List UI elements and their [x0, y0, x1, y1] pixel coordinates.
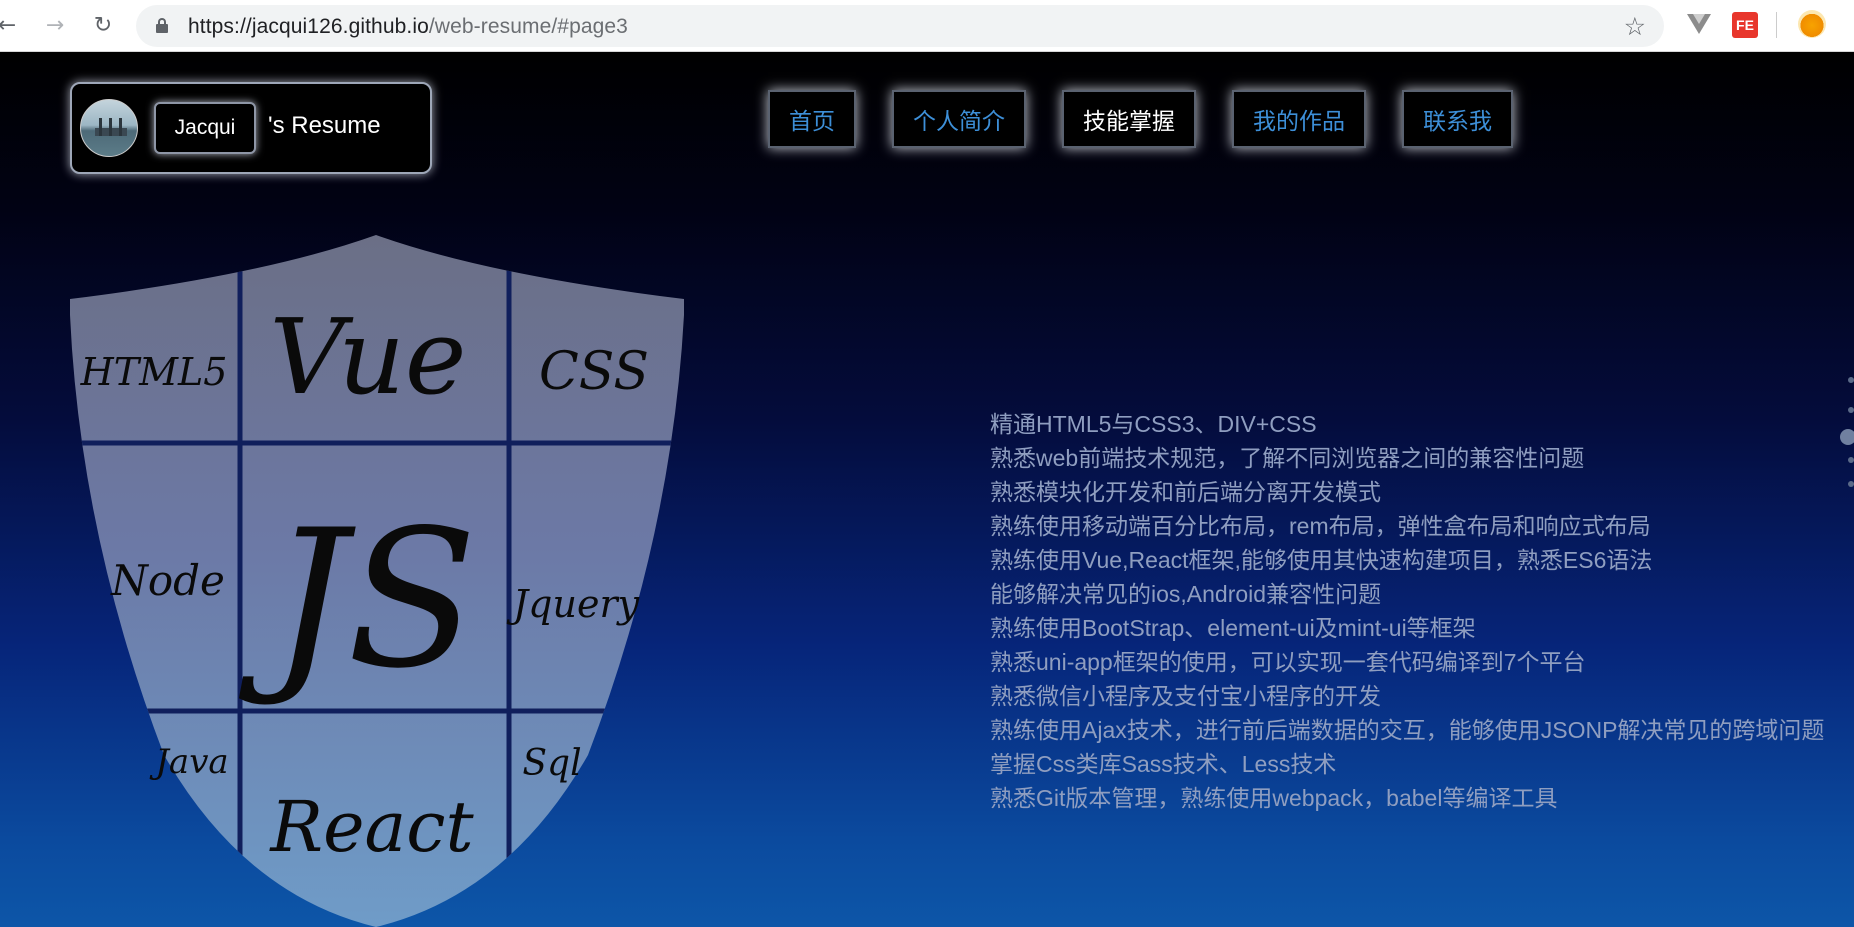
page-dot[interactable]: [1848, 377, 1854, 383]
url-text[interactable]: https://jacqui126.github.io/web-resume/#…: [188, 15, 628, 39]
lock-icon: [156, 18, 168, 33]
reload-icon[interactable]: ↻: [88, 10, 118, 40]
vue-devtools-icon[interactable]: [1686, 12, 1712, 36]
skills-list: 精通HTML5与CSS3、DIV+CSS 熟悉web前端技术规范，了解不同浏览器…: [990, 407, 1840, 815]
nav-profile[interactable]: 个人简介: [892, 90, 1026, 148]
url-host: https://jacqui126.github.io: [188, 15, 429, 38]
nav-home[interactable]: 首页: [768, 90, 856, 148]
skill-item: 能够解决常见的ios,Android兼容性问题: [990, 581, 1382, 607]
avatar: [80, 99, 138, 157]
shield-label-jquery: Jquery: [506, 582, 640, 626]
skill-item: 熟练使用BootStrap、element-ui及mint-ui等框架: [990, 615, 1476, 641]
skill-item: 熟悉模块化开发和前后端分离开发模式: [990, 479, 1381, 505]
forward-arrow-icon[interactable]: →: [40, 10, 70, 40]
brand-name[interactable]: Jacqui: [154, 102, 256, 154]
skill-item: 精通HTML5与CSS3、DIV+CSS: [990, 411, 1317, 437]
skill-item: 熟练使用Ajax技术，进行前后端数据的交互，能够使用JSONP解决常见的跨域问题: [990, 717, 1825, 743]
shield-label-vue: Vue: [270, 296, 467, 418]
resume-page: Jacqui 's Resume 首页 个人简介 技能掌握 我的作品 联系我 H…: [0, 52, 1854, 927]
skills-shield: HTML5 Vue CSS Node JS Jquery Java React …: [70, 235, 684, 927]
toolbar-divider: [1776, 12, 1777, 38]
url-path: /web-resume/#page3: [428, 15, 628, 38]
skill-item: 熟悉Git版本管理，熟练使用webpack，babel等编译工具: [990, 785, 1558, 811]
shield-label-react: React: [268, 786, 474, 868]
skill-item: 熟悉web前端技术规范，了解不同浏览器之间的兼容性问题: [990, 445, 1585, 471]
page-dot[interactable]: [1848, 457, 1854, 463]
main-nav: 首页 个人简介 技能掌握 我的作品 联系我: [768, 90, 1513, 150]
nav-skills[interactable]: 技能掌握: [1062, 90, 1196, 148]
page-dot-active[interactable]: [1840, 429, 1854, 445]
skill-item: 掌握Css类库Sass技术、Less技术: [990, 751, 1337, 777]
shield-label-node: Node: [110, 556, 225, 605]
skill-item: 熟悉微信小程序及支付宝小程序的开发: [990, 683, 1381, 709]
browser-toolbar: ← → ↻ https://jacqui126.github.io/web-re…: [0, 0, 1854, 52]
shield-label-sql: Sql: [522, 743, 581, 784]
brand-box[interactable]: Jacqui 's Resume: [70, 82, 432, 174]
address-bar[interactable]: https://jacqui126.github.io/web-resume/#…: [136, 5, 1664, 47]
back-arrow-icon[interactable]: ←: [0, 10, 22, 40]
page-dot[interactable]: [1848, 481, 1854, 487]
brand-suffix: 's Resume: [268, 112, 381, 139]
nav-works[interactable]: 我的作品: [1232, 90, 1366, 148]
shield-label-css: CSS: [539, 342, 649, 402]
page-dot[interactable]: [1848, 407, 1854, 413]
nav-contact[interactable]: 联系我: [1402, 90, 1513, 148]
fe-helper-icon[interactable]: FE: [1732, 12, 1758, 38]
shield-label-java: Java: [149, 742, 228, 782]
shield-label-js: JS: [239, 489, 477, 710]
bookmark-star-icon[interactable]: ☆: [1624, 12, 1646, 41]
skill-item: 熟练使用Vue,React框架,能够使用其快速构建项目，熟悉ES6语法: [990, 547, 1653, 573]
skill-item: 熟练使用移动端百分比布局，rem布局，弹性盒布局和响应式布局: [990, 513, 1651, 539]
fox-extension-icon[interactable]: [1798, 10, 1826, 38]
shield-label-html5: HTML5: [80, 350, 228, 394]
skill-item: 熟悉uni-app框架的使用，可以实现一套代码编译到7个平台: [990, 649, 1586, 675]
